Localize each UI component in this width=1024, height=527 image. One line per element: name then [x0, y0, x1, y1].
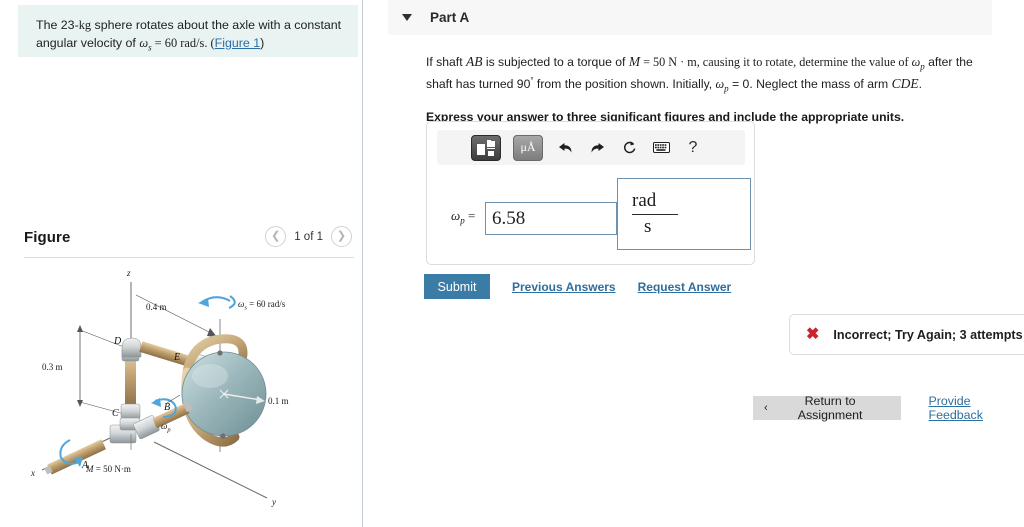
dim-0-1m-label: 0.1 m	[268, 396, 289, 406]
question-kg-unit: kg	[78, 18, 92, 32]
figure-next-button[interactable]: ❯	[331, 226, 352, 247]
shaft-ab-symbol: AB	[465, 54, 483, 69]
answer-input-row: ωp = 6.58 rad s	[439, 178, 751, 256]
left-panel: The 23-kg sphere rotates about the axle …	[0, 0, 363, 527]
problem-seg-3: = 50 N · m, causing it to rotate, determ…	[640, 55, 912, 69]
part-a-header[interactable]: Part A	[388, 0, 992, 35]
svg-text:D: D	[113, 336, 122, 347]
page-root: The 23-kg sphere rotates about the axle …	[0, 0, 1024, 527]
moment-symbol: M	[628, 54, 641, 69]
undo-icon	[558, 142, 571, 153]
gyroscope-diagram: z x y 0.3 m 0.4 m 0.1 m ωs = 60 rad/s ωp…	[30, 268, 289, 507]
svg-text:E: E	[173, 352, 180, 363]
figure-header: Figure ❮ 1 of 1 ❯	[24, 226, 354, 256]
keyboard-icon	[652, 142, 670, 153]
question-mark-icon: ?	[688, 138, 698, 156]
arm-cde-symbol: CDE	[891, 76, 919, 92]
problem-seg-2: is subjected to a torque of	[482, 55, 629, 69]
figure-1-link[interactable]: Figure 1	[215, 36, 260, 50]
figure-divider	[24, 257, 354, 258]
unit-denominator: s	[644, 216, 652, 237]
figure-page-count: 1 of 1	[294, 230, 323, 243]
answer-value-input[interactable]: 6.58	[485, 202, 617, 235]
omega-p-answer-symbol: ω	[451, 208, 461, 223]
problem-seg-1: If shaft	[426, 55, 466, 69]
fraction-bar	[632, 214, 678, 215]
feedback-banner: ✖ Incorrect; Try Again; 3 attempts remai…	[789, 314, 1024, 355]
svg-text:z: z	[126, 268, 131, 278]
answer-entry-widget: μÅ ? ωp = 6.58 rad s	[426, 121, 755, 265]
right-panel: Part A If shaft AB is subjected to a tor…	[364, 0, 1024, 527]
omega-p-symbol-1: ω	[911, 55, 921, 69]
problem-statement: If shaft AB is subjected to a torque of …	[426, 52, 986, 126]
unit-numerator: rad	[632, 190, 657, 212]
dim-0-4m-label: 0.4 m	[146, 302, 167, 312]
return-to-assignment-label: Return to Assignment	[797, 394, 863, 422]
omega-p-symbol-2: ω	[715, 77, 725, 92]
answer-equals-sign: =	[464, 208, 476, 223]
chevron-left-icon: ❮	[271, 230, 281, 242]
figure-title: Figure	[24, 229, 71, 246]
redo-button[interactable]	[587, 137, 607, 159]
answer-toolbar: μÅ ?	[437, 130, 745, 165]
svg-text:ωp: ωp	[161, 421, 171, 434]
part-a-title: Part A	[430, 10, 470, 25]
svg-text:A: A	[81, 460, 89, 471]
svg-text:C: C	[112, 408, 119, 419]
svg-text:ωs = 60 rad/s: ωs = 60 rad/s	[238, 299, 286, 312]
dim-0-3m-label: 0.3 m	[42, 362, 63, 372]
return-to-assignment-button[interactable]: ‹ Return to Assignment	[753, 394, 901, 422]
problem-seg-5: from the position shown. Initially,	[533, 77, 716, 92]
problem-seg-7: .	[918, 77, 922, 92]
question-part-1: The 23-	[36, 18, 79, 32]
figure-prev-button[interactable]: ❮	[265, 226, 287, 247]
help-button[interactable]: ?	[683, 137, 703, 159]
answer-value-text: 6.58	[492, 207, 526, 229]
x-mark-icon: ✖	[806, 325, 820, 343]
reset-circular-arrow-icon	[623, 141, 635, 154]
request-answer-link[interactable]: Request Answer	[638, 280, 732, 294]
undo-button[interactable]	[555, 137, 575, 159]
provide-feedback-link[interactable]: Provide Feedback	[929, 394, 1024, 422]
matrix-icon	[476, 139, 496, 156]
question-close-paren: )	[260, 35, 265, 50]
svg-text:M = 50 N·m: M = 50 N·m	[85, 464, 131, 474]
keyboard-button[interactable]	[651, 137, 671, 159]
problem-seg-6: = 0. Neglect the mass of arm	[728, 77, 892, 92]
caret-down-icon[interactable]	[402, 14, 412, 21]
question-text: The 23-kg sphere rotates about the axle …	[36, 17, 344, 55]
chevron-right-icon: ❯	[336, 230, 347, 242]
figure-pager: ❮ 1 of 1 ❯	[265, 226, 352, 247]
svg-text:y: y	[271, 497, 276, 507]
action-row: Submit Previous Answers Request Answer	[424, 274, 731, 299]
previous-answers-link[interactable]: Previous Answers	[512, 280, 616, 294]
feedback-message: Incorrect; Try Again; 3 attempts remaini…	[833, 327, 1024, 342]
submit-button[interactable]: Submit	[424, 274, 490, 299]
answer-variable-label: ωp =	[451, 208, 475, 226]
question-omega-value: = 60 rad/s. (	[151, 35, 215, 50]
svg-text:x: x	[30, 468, 35, 478]
answer-units-input[interactable]: rad s	[617, 178, 751, 250]
micro-angstrom-icon: μÅ	[520, 140, 536, 154]
template-matrix-button[interactable]	[471, 134, 501, 161]
redo-icon	[591, 142, 604, 153]
bottom-action-row: ‹ Return to Assignment Provide Feedback	[753, 394, 1024, 422]
problem-text: If shaft AB is subjected to a torque of …	[426, 52, 986, 97]
units-button[interactable]: μÅ	[513, 134, 543, 161]
omega-s-symbol: ω	[139, 35, 149, 50]
reset-button[interactable]	[619, 137, 639, 159]
svg-text:B: B	[164, 402, 170, 413]
figure-illustration: z x y 0.3 m 0.4 m 0.1 m ωs = 60 rad/s ωp…	[24, 262, 354, 522]
chevron-left-icon: ‹	[764, 402, 768, 414]
question-statement-box: The 23-kg sphere rotates about the axle …	[18, 5, 358, 57]
